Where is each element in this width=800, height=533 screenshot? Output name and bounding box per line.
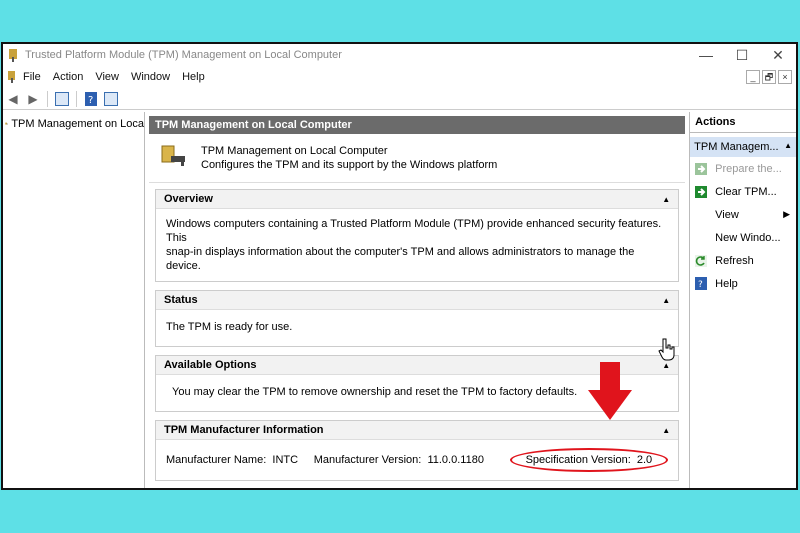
manufacturer-version: Manufacturer Version: 11.0.0.1180 <box>314 454 484 466</box>
menu-bar: File Action View Window Help _ 🗗 × <box>3 66 796 88</box>
forward-icon[interactable]: ▶ <box>25 91 41 107</box>
svg-text:?: ? <box>88 95 93 106</box>
mdi-minimize-button[interactable]: _ <box>746 70 760 84</box>
action-label: Refresh <box>715 254 754 267</box>
close-button[interactable]: ✕ <box>760 47 796 64</box>
manufacturer-name-label: Manufacturer Name: <box>166 454 267 466</box>
action-view[interactable]: View ▶ <box>690 203 796 226</box>
manufacturer-panel: TPM Manufacturer Information ▲ Manufactur… <box>155 420 680 481</box>
green-arrow-icon <box>694 185 707 198</box>
title-bar: Trusted Platform Module (TPM) Management… <box>3 44 796 66</box>
action-help[interactable]: ? Help <box>690 272 796 295</box>
available-options-title: Available Options <box>164 359 257 371</box>
action-label: Prepare the... <box>715 162 782 175</box>
actions-section-label: TPM Managem... <box>694 141 779 153</box>
refresh-icon <box>694 254 707 267</box>
help-icon[interactable]: ? <box>83 91 99 107</box>
action-label: New Windo... <box>715 231 781 244</box>
console-tree: TPM Management on Loca <box>3 112 145 488</box>
show-hide-action-pane-icon[interactable] <box>103 91 119 107</box>
action-clear-tpm[interactable]: Clear TPM... <box>690 180 796 203</box>
tree-item-label: TPM Management on Loca <box>11 118 144 130</box>
app-small-icon <box>8 71 15 83</box>
intro-section: TPM Management on Local Computer Configu… <box>149 134 686 183</box>
manufacturer-version-value: 11.0.0.1180 <box>427 454 484 466</box>
intro-description: Configures the TPM and its support by th… <box>201 159 498 171</box>
action-new-window[interactable]: New Windo... <box>690 226 796 249</box>
manufacturer-name-value: INTC <box>272 454 299 466</box>
green-arrow-icon <box>694 162 707 175</box>
intro-title: TPM Management on Local Computer <box>201 145 388 157</box>
help-icon: ? <box>694 277 707 290</box>
action-prepare-tpm[interactable]: Prepare the... <box>690 157 796 180</box>
minimize-button[interactable]: — <box>688 47 724 63</box>
actions-title: Actions <box>690 112 796 133</box>
result-pane: TPM Management on Local Computer TPM Man… <box>145 112 691 488</box>
hand-cursor-icon <box>658 338 675 361</box>
submenu-arrow-icon: ▶ <box>783 209 790 219</box>
toolbar-separator <box>47 90 48 107</box>
menu-view[interactable]: View <box>89 71 125 83</box>
collapse-icon[interactable]: ▲ <box>784 141 792 153</box>
collapse-icon[interactable]: ▲ <box>662 426 670 435</box>
toolbar: ◀ ▶ ? <box>3 88 796 110</box>
action-refresh[interactable]: Refresh <box>690 249 796 272</box>
tree-item-tpm-management[interactable]: TPM Management on Loca <box>3 118 144 130</box>
tpm-key-icon <box>161 145 185 166</box>
status-header[interactable]: Status ▲ <box>156 291 679 310</box>
action-label: View <box>715 208 739 221</box>
red-down-arrow-icon <box>588 362 632 420</box>
back-icon[interactable]: ◀ <box>5 91 21 107</box>
overview-text-line-1: Windows computers containing a Trusted P… <box>166 218 662 244</box>
menu-file[interactable]: File <box>17 71 47 83</box>
specification-version-label: Specification Version: <box>525 454 631 466</box>
manufacturer-version-label: Manufacturer Version: <box>313 454 422 466</box>
window-title: Trusted Platform Module (TPM) Management… <box>25 49 342 61</box>
svg-text:?: ? <box>698 280 703 290</box>
mdi-close-button[interactable]: × <box>778 70 792 84</box>
tpm-key-icon <box>5 122 9 125</box>
menu-help[interactable]: Help <box>176 71 211 83</box>
mdi-restore-button[interactable]: 🗗 <box>762 70 776 84</box>
maximize-button[interactable]: ☐ <box>724 47 760 64</box>
manufacturer-header[interactable]: TPM Manufacturer Information ▲ <box>156 421 679 440</box>
overview-header[interactable]: Overview ▲ <box>156 190 679 209</box>
toolbar-separator <box>76 90 77 107</box>
specification-version-value: 2.0 <box>636 454 653 466</box>
collapse-icon[interactable]: ▲ <box>662 361 670 370</box>
status-text: The TPM is ready for use. <box>166 321 293 333</box>
manufacturer-name: Manufacturer Name: INTC <box>166 454 298 466</box>
manufacturer-title: TPM Manufacturer Information <box>164 424 324 436</box>
actions-pane: Actions TPM Managem... ▲ Prepare the... C… <box>690 112 796 488</box>
available-options-text: You may clear the TPM to remove ownershi… <box>172 386 578 398</box>
result-pane-header: TPM Management on Local Computer <box>149 116 686 134</box>
mmc-window: Trusted Platform Module (TPM) Management… <box>1 42 798 490</box>
action-label: Clear TPM... <box>715 185 777 198</box>
overview-text-line-2: snap-in displays information about the c… <box>166 246 635 272</box>
specification-version-highlight: Specification Version: 2.0 <box>509 448 669 472</box>
menu-action[interactable]: Action <box>47 71 90 83</box>
action-label: Help <box>715 277 738 290</box>
actions-section-header[interactable]: TPM Managem... ▲ <box>690 137 796 157</box>
status-title: Status <box>164 294 198 306</box>
show-hide-console-tree-icon[interactable] <box>54 91 70 107</box>
collapse-icon[interactable]: ▲ <box>662 296 670 305</box>
overview-panel: Overview ▲ Windows computers containing a… <box>155 189 680 282</box>
overview-title: Overview <box>164 193 213 205</box>
tpm-key-app-icon <box>9 49 17 62</box>
status-panel: Status ▲ The TPM is ready for use. <box>155 290 680 347</box>
collapse-icon[interactable]: ▲ <box>662 195 670 204</box>
menu-window[interactable]: Window <box>125 71 176 83</box>
